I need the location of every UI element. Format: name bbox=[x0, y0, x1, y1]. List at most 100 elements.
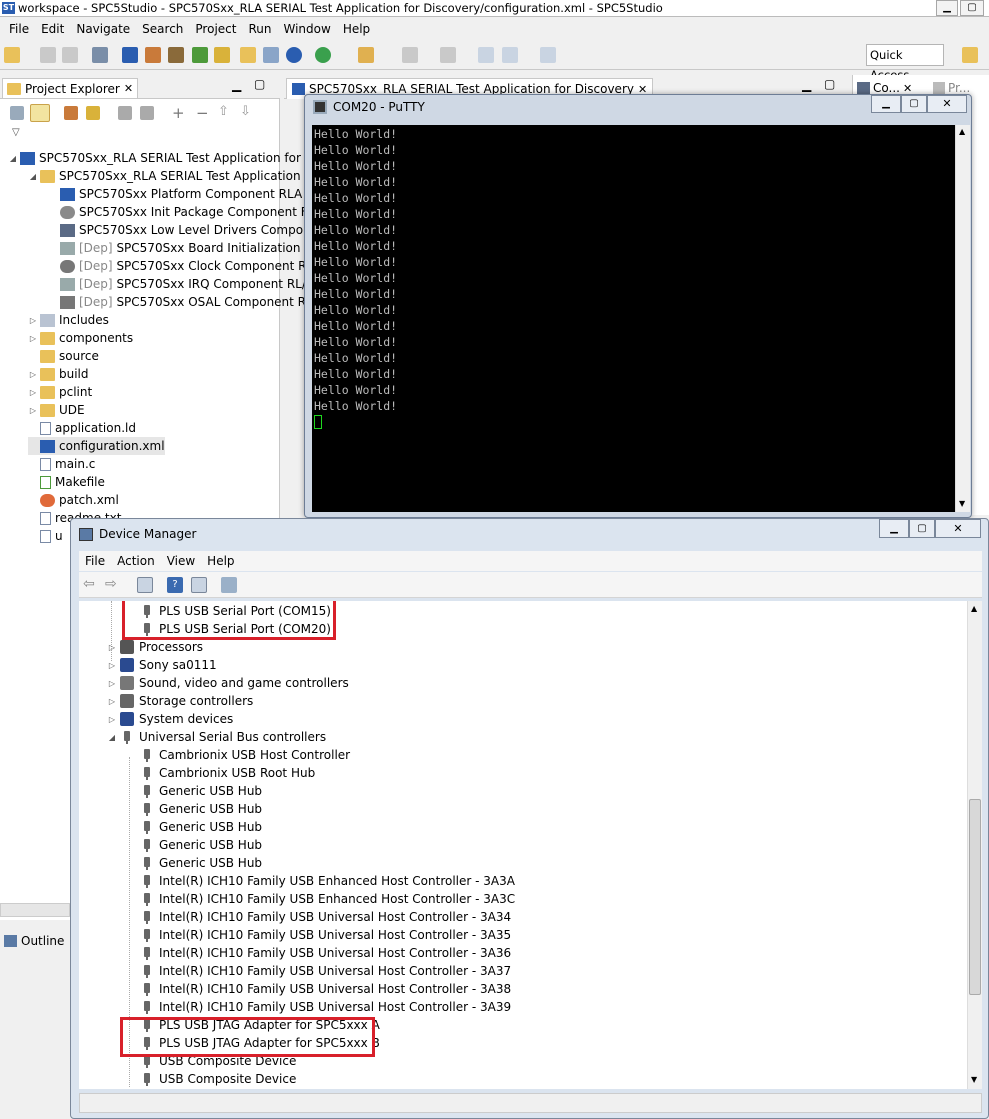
menu-run[interactable]: Run bbox=[242, 22, 277, 36]
device-row[interactable]: Intel(R) ICH10 Family USB Universal Host… bbox=[140, 998, 511, 1016]
broom-icon[interactable] bbox=[214, 47, 230, 63]
terminal-output[interactable]: Hello World! Hello World! Hello World! H… bbox=[312, 125, 955, 512]
scroll-down-icon[interactable]: ▼ bbox=[959, 499, 965, 508]
minimize-button[interactable]: ▁ bbox=[936, 0, 958, 16]
close-icon[interactable]: ✕ bbox=[903, 82, 912, 95]
move-up-icon[interactable]: ⇧ bbox=[218, 104, 229, 119]
collapse-arrow-icon[interactable]: ▷ bbox=[28, 388, 38, 397]
add-icon[interactable]: + bbox=[172, 104, 185, 122]
dm-menu-view[interactable]: View bbox=[161, 554, 201, 568]
device-row[interactable]: Intel(R) ICH10 Family USB Universal Host… bbox=[140, 926, 511, 944]
tree-item-component[interactable]: SPC570Sxx Platform Component RLA bbox=[60, 185, 302, 203]
maximize-view-icon[interactable]: ▢ bbox=[824, 77, 835, 91]
terminal-scrollbar[interactable]: ▲ ▼ bbox=[955, 125, 970, 512]
last-edit-icon[interactable] bbox=[478, 47, 494, 63]
device-row[interactable]: Intel(R) ICH10 Family USB Universal Host… bbox=[140, 962, 511, 980]
scroll-up-icon[interactable]: ▲ bbox=[971, 604, 977, 613]
collapse-arrow-icon[interactable]: ▷ bbox=[28, 334, 38, 343]
external-tools-icon[interactable] bbox=[358, 47, 374, 63]
tree-item-project[interactable]: ◢ SPC570Sxx_RLA SERIAL Test Application f… bbox=[8, 149, 314, 167]
prev-annotation-icon[interactable] bbox=[440, 47, 456, 63]
menu-search[interactable]: Search bbox=[136, 22, 189, 36]
collapse-all-icon[interactable] bbox=[10, 106, 24, 120]
view-menu-icon[interactable]: ▽ bbox=[12, 127, 20, 138]
next-annotation-icon[interactable] bbox=[402, 47, 418, 63]
menu-help[interactable]: Help bbox=[337, 22, 376, 36]
maximize-view-icon[interactable]: ▢ bbox=[254, 77, 265, 91]
collapse-arrow-icon[interactable]: ▷ bbox=[28, 406, 38, 415]
device-row[interactable]: Intel(R) ICH10 Family USB Enhanced Host … bbox=[140, 890, 515, 908]
tree-item-folder[interactable]: ▷ components bbox=[28, 329, 133, 347]
forward-icon[interactable] bbox=[540, 47, 556, 63]
tree-item-file-selected[interactable]: configuration.xml bbox=[28, 437, 165, 455]
scroll-down-icon[interactable]: ▼ bbox=[971, 1075, 977, 1084]
device-category[interactable]: ▷ System devices bbox=[107, 710, 233, 728]
tree-item-component[interactable]: SPC570Sxx Low Level Drivers Compor bbox=[60, 221, 308, 239]
device-row[interactable]: Generic USB Hub bbox=[140, 782, 262, 800]
save-all-icon[interactable] bbox=[62, 47, 78, 63]
tree-item-file[interactable]: Makefile bbox=[28, 473, 105, 491]
tree-item-folder[interactable]: ▷ build bbox=[28, 365, 89, 383]
tree-item-file[interactable]: u bbox=[28, 527, 63, 545]
help-icon[interactable]: ? bbox=[167, 577, 183, 593]
expand-arrow-icon[interactable]: ▷ bbox=[107, 715, 117, 724]
tab-project-explorer[interactable]: Project Explorer ✕ bbox=[2, 78, 139, 98]
scrollbar-thumb[interactable] bbox=[969, 799, 981, 995]
run-icon[interactable] bbox=[315, 47, 331, 63]
dm-menu-file[interactable]: File bbox=[79, 554, 111, 568]
scroll-up-icon[interactable]: ▲ bbox=[959, 127, 965, 136]
device-category[interactable]: ▷ Storage controllers bbox=[107, 692, 253, 710]
build-icon[interactable] bbox=[168, 47, 184, 63]
tree-item-folder[interactable]: ▷ UDE bbox=[28, 401, 85, 419]
device-row[interactable]: Generic USB Hub bbox=[140, 800, 262, 818]
device-category[interactable]: ▷ Processors bbox=[107, 638, 203, 656]
collapse-arrow-icon[interactable]: ▷ bbox=[28, 370, 38, 379]
device-row[interactable]: Intel(R) ICH10 Family USB Universal Host… bbox=[140, 944, 511, 962]
device-row[interactable]: Generic USB Hub bbox=[140, 836, 262, 854]
broom-icon[interactable] bbox=[86, 106, 100, 120]
collapse-arrow-icon[interactable]: ◢ bbox=[107, 733, 117, 742]
tree-item-folder[interactable]: source bbox=[28, 347, 99, 365]
maximize-button[interactable]: ▢ bbox=[960, 0, 984, 16]
save-icon[interactable] bbox=[118, 106, 132, 120]
putty-close-button[interactable]: ✕ bbox=[927, 95, 967, 113]
open-icon[interactable] bbox=[240, 47, 256, 63]
minimize-view-icon[interactable]: ▁ bbox=[232, 78, 241, 92]
device-row[interactable]: Generic USB Hub bbox=[140, 818, 262, 836]
properties-icon[interactable] bbox=[191, 577, 207, 593]
back-icon[interactable]: ⇦ bbox=[83, 576, 95, 592]
horizontal-scrollbar[interactable] bbox=[0, 903, 70, 917]
debug-icon[interactable] bbox=[192, 47, 208, 63]
menu-edit[interactable]: Edit bbox=[35, 22, 70, 36]
putty-maximize-button[interactable]: ▢ bbox=[901, 95, 927, 113]
remove-icon[interactable]: − bbox=[196, 104, 209, 122]
device-row[interactable]: Intel(R) ICH10 Family USB Enhanced Host … bbox=[140, 872, 515, 890]
collapse-arrow-icon[interactable]: ▷ bbox=[28, 316, 38, 325]
quick-access-field[interactable]: Quick Access bbox=[866, 44, 944, 82]
expand-arrow-icon[interactable]: ▷ bbox=[107, 679, 117, 688]
back-icon[interactable] bbox=[502, 47, 518, 63]
print-icon[interactable] bbox=[92, 47, 108, 63]
dm-maximize-button[interactable]: ▢ bbox=[909, 519, 935, 538]
menu-navigate[interactable]: Navigate bbox=[70, 22, 136, 36]
st-icon[interactable] bbox=[122, 47, 138, 63]
menu-project[interactable]: Project bbox=[189, 22, 242, 36]
expand-arrow-icon[interactable]: ▷ bbox=[107, 661, 117, 670]
device-row[interactable]: Cambrionix USB Host Controller bbox=[140, 746, 350, 764]
device-category[interactable]: ▷ Sound, video and game controllers bbox=[107, 674, 349, 692]
outline-view-tab[interactable]: Outline bbox=[0, 930, 70, 952]
expand-icon[interactable]: ◢ bbox=[28, 172, 38, 181]
dm-menu-action[interactable]: Action bbox=[111, 554, 161, 568]
dm-minimize-button[interactable]: ▁ bbox=[879, 519, 909, 538]
save-icon[interactable] bbox=[40, 47, 56, 63]
expand-icon[interactable]: ◢ bbox=[8, 154, 18, 163]
tree-item-file[interactable]: main.c bbox=[28, 455, 95, 473]
tree-item-dependency[interactable]: [Dep] SPC570Sxx OSAL Component R bbox=[60, 293, 306, 311]
minimize-view-icon[interactable]: ▁ bbox=[802, 78, 811, 92]
device-row[interactable]: Intel(R) ICH10 Family USB Universal Host… bbox=[140, 980, 511, 998]
link-editor-icon[interactable] bbox=[30, 104, 50, 122]
move-down-icon[interactable]: ⇩ bbox=[240, 104, 251, 119]
dm-menu-help[interactable]: Help bbox=[201, 554, 240, 568]
tree-item-dependency[interactable]: [Dep] SPC570Sxx Clock Component R bbox=[60, 257, 306, 275]
device-category-expanded[interactable]: ◢ Universal Serial Bus controllers bbox=[107, 728, 326, 746]
